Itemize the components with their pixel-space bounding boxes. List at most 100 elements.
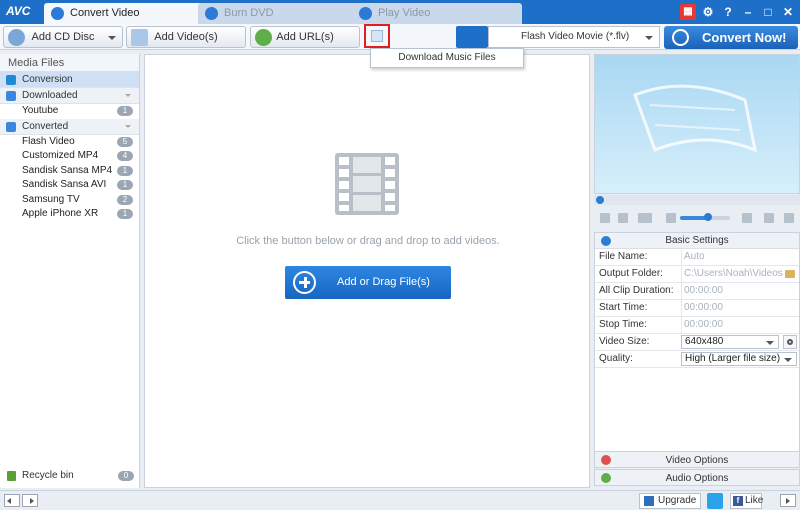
minimize-icon[interactable]: – [740, 4, 756, 20]
wrench-icon[interactable] [784, 213, 794, 223]
maximize-icon[interactable]: □ [760, 4, 776, 20]
output-folder-field[interactable]: C:\Users\Noah\Videos\... [681, 266, 783, 282]
volume-icon[interactable] [666, 213, 676, 223]
title-bar: AVC Convert Video Burn DVD Play Video ▦ … [0, 0, 800, 24]
format-selected-value: Flash Video Movie (*.flv) [521, 31, 630, 42]
sidebar-item-recycle-bin[interactable]: Recycle bin 0 [0, 468, 140, 484]
chevron-down-icon[interactable] [125, 94, 131, 97]
chevron-down-icon[interactable] [108, 36, 116, 40]
status-bar: Upgrade f Like [0, 490, 800, 510]
help-icon[interactable]: ? [720, 4, 736, 20]
tab-label: Play Video [378, 7, 431, 19]
sidebar-item-sandisk-sansa-avi[interactable]: Sandisk Sansa AVI 1 [0, 178, 139, 193]
video-options-label: Video Options [665, 455, 729, 466]
film-strip-icon [335, 153, 399, 215]
toolbar: Add CD Disc Add Video(s) Add URL(s) Flas… [0, 24, 800, 50]
count-badge: 5 [117, 136, 133, 147]
count-badge: 2 [117, 194, 133, 205]
sidebar-item-samsung-tv[interactable]: Samsung TV 2 [0, 193, 139, 208]
tab-label: Burn DVD [224, 7, 274, 19]
seek-bar[interactable] [594, 195, 800, 205]
add-url-button[interactable]: Add URL(s) [250, 26, 360, 48]
basic-settings-header[interactable]: Basic Settings [595, 233, 799, 249]
setting-label: File Name: [599, 251, 648, 262]
stop-icon[interactable] [618, 213, 628, 223]
basic-settings-panel: Basic Settings File Name: Auto Output Fo… [594, 232, 800, 452]
count-badge: 4 [117, 151, 133, 161]
convert-now-button[interactable]: Convert Now! [664, 26, 798, 49]
setting-row-start-time: Start Time: 00:00:00 [595, 300, 799, 317]
sidebar-item-conversion[interactable]: Conversion [0, 72, 139, 88]
download-icon [6, 91, 16, 101]
seek-handle[interactable] [596, 196, 604, 204]
store-icon[interactable]: ▦ [680, 4, 696, 20]
chevron-down-icon[interactable] [125, 124, 131, 128]
sidebar-item-customized-mp4[interactable]: Customized MP4 4 [0, 149, 139, 164]
file-name-field[interactable]: Auto [681, 249, 797, 265]
upgrade-button[interactable]: Upgrade [639, 493, 701, 509]
scissors-icon[interactable] [764, 213, 774, 223]
sidebar-item-sandisk-sansa-mp4[interactable]: Sandisk Sansa MP4 1 [0, 164, 139, 179]
add-or-drag-label: Add or Drag File(s) [337, 276, 430, 288]
folder-icon[interactable] [785, 270, 795, 278]
setting-label: Video Size: [599, 336, 650, 347]
refresh-icon [672, 29, 689, 46]
sidebar-item-label: Youtube [22, 105, 59, 116]
tab-burn-dvd[interactable]: Burn DVD [198, 3, 358, 24]
video-size-settings-button[interactable] [783, 335, 797, 349]
sidebar-section-converted[interactable]: Converted [0, 118, 139, 135]
video-drop-area[interactable]: Click the button below or drag and drop … [144, 54, 590, 488]
fullscreen-icon[interactable] [742, 213, 752, 223]
expand-left-panel-button[interactable] [22, 494, 38, 507]
start-time-field[interactable]: 00:00:00 [681, 300, 797, 316]
add-videos-label: Add Video(s) [154, 31, 218, 43]
volume-slider[interactable] [680, 213, 730, 221]
facebook-like-button[interactable]: f Like [730, 493, 763, 509]
quality-select[interactable]: High (Larger file size) [681, 352, 797, 366]
add-or-drag-files-button[interactable]: Add or Drag File(s) [285, 266, 451, 299]
twitter-icon[interactable] [707, 493, 723, 509]
count-badge: 1 [117, 165, 133, 176]
volume-handle[interactable] [703, 213, 712, 221]
count-badge: 1 [117, 209, 133, 219]
output-format-select[interactable]: Flash Video Movie (*.flv) [488, 26, 660, 48]
setting-label: Start Time: [599, 302, 648, 313]
sidebar-section-label: Downloaded [22, 90, 78, 101]
chevron-down-icon [766, 341, 774, 345]
play-icon[interactable] [600, 213, 610, 223]
video-preview [594, 54, 800, 194]
sidebar-item-label: Conversion [22, 74, 73, 85]
close-icon[interactable]: ✕ [780, 4, 796, 20]
trash-icon [7, 471, 16, 481]
setting-label: Quality: [599, 353, 633, 364]
sidebar-section-downloaded[interactable]: Downloaded [0, 88, 139, 104]
gear-icon[interactable]: ⚙ [700, 4, 716, 20]
expand-right-panel-button[interactable] [780, 494, 796, 507]
play-icon [359, 7, 372, 20]
add-videos-button[interactable]: Add Video(s) [126, 26, 246, 48]
sidebar-item-label: Apple iPhone XR [22, 208, 99, 219]
setting-row-quality: Quality: High (Larger file size) [595, 351, 799, 368]
chevron-down-icon [784, 358, 792, 362]
camera-icon[interactable] [638, 213, 652, 223]
menu-item-download-music-files[interactable]: Download Music Files [371, 49, 523, 67]
collapse-left-panel-button[interactable] [4, 494, 20, 507]
sidebar-item-youtube[interactable]: Youtube 1 [0, 104, 139, 119]
add-url-dropdown-button[interactable] [364, 24, 390, 48]
tab-convert-video[interactable]: Convert Video [44, 3, 204, 24]
stop-time-field[interactable]: 00:00:00 [681, 317, 797, 333]
sidebar-item-flash-video[interactable]: Flash Video 5 [0, 135, 139, 150]
add-cd-disc-button[interactable]: Add CD Disc [3, 26, 123, 48]
sidebar-item-label: Sandisk Sansa AVI [22, 179, 107, 190]
disc-icon [205, 7, 218, 20]
convert-now-label: Convert Now! [702, 30, 787, 45]
audio-options-expander[interactable]: Audio Options [594, 469, 800, 486]
video-options-expander[interactable]: Video Options [594, 451, 800, 468]
setting-row-all-clip-duration: All Clip Duration: 00:00:00 [595, 283, 799, 300]
tab-play-video[interactable]: Play Video [352, 3, 522, 24]
chevron-down-icon [645, 36, 653, 40]
sidebar-item-apple-iphone-xr[interactable]: Apple iPhone XR 1 [0, 207, 139, 222]
video-size-select[interactable]: 640x480 [681, 335, 779, 349]
setting-row-file-name: File Name: Auto [595, 249, 799, 266]
setting-row-output-folder: Output Folder: C:\Users\Noah\Videos\... [595, 266, 799, 283]
